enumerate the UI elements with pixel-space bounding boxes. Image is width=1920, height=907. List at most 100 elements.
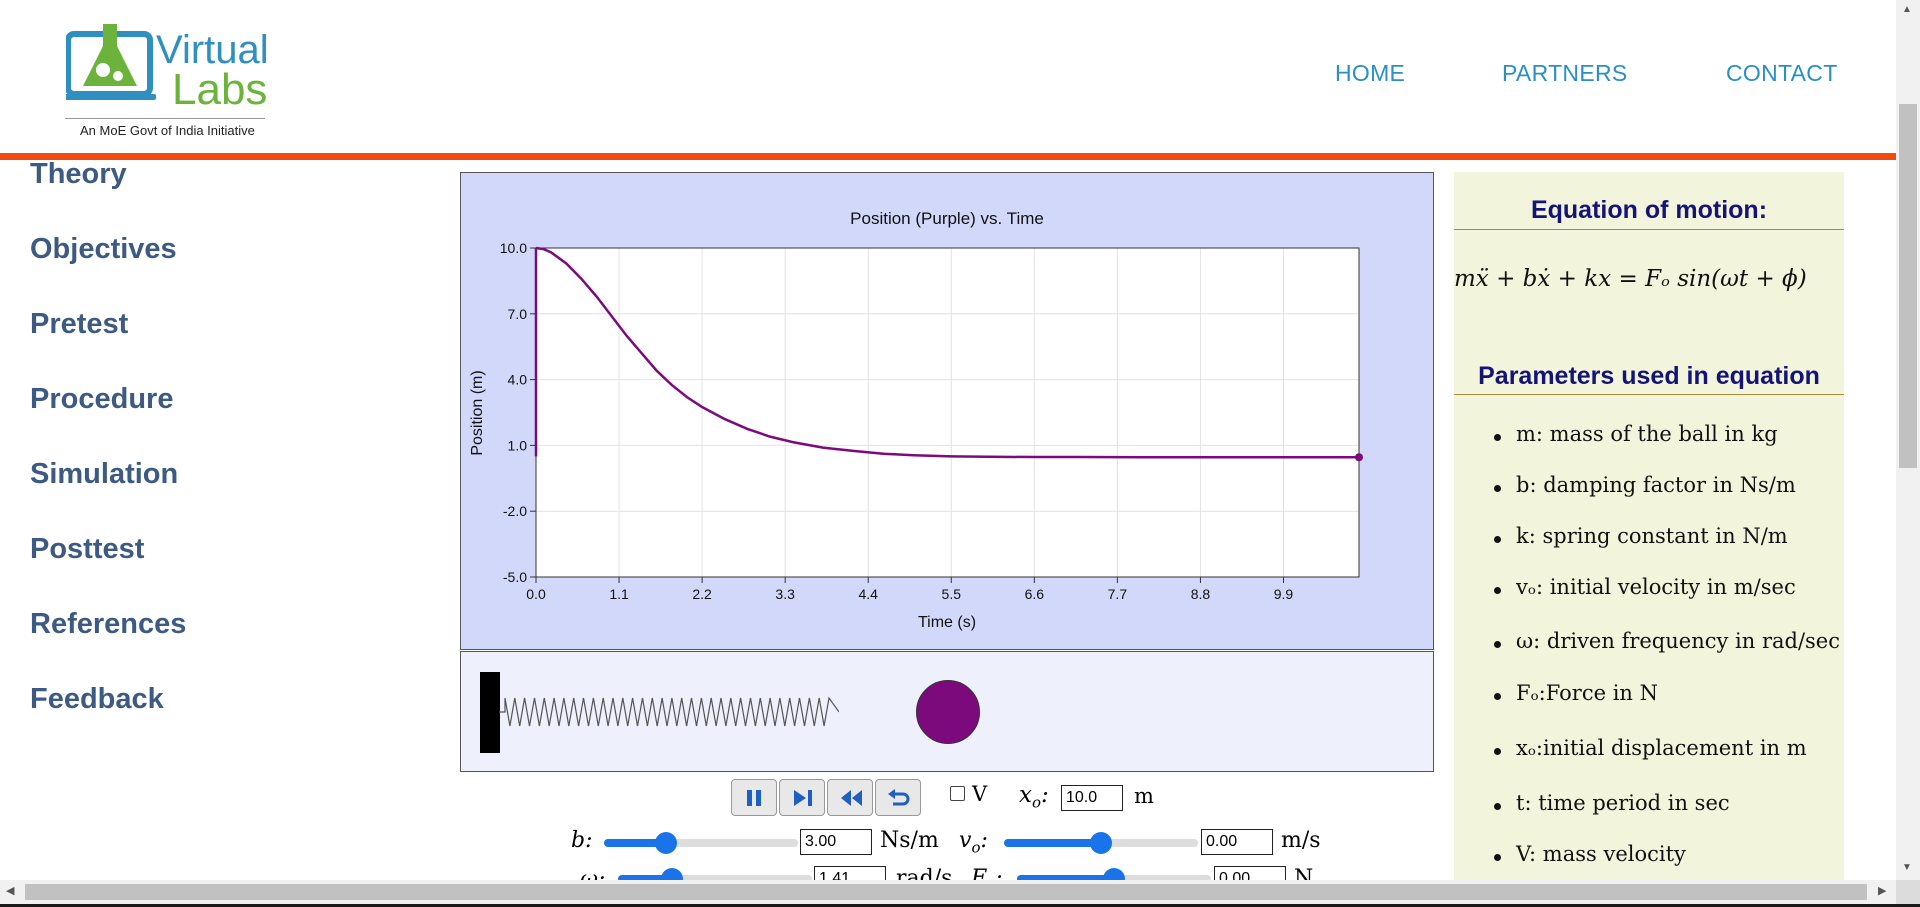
rewind-button[interactable] bbox=[827, 779, 873, 816]
b-slider-thumb[interactable] bbox=[655, 832, 678, 854]
param-item: xₒ:initial displacement in m bbox=[1516, 736, 1807, 760]
v0-slider-fill bbox=[1004, 839, 1101, 847]
x0-label: xo: bbox=[1019, 782, 1049, 812]
bullet bbox=[1494, 434, 1501, 441]
x0-input[interactable]: 10.0 bbox=[1061, 785, 1123, 811]
sidebar-item-feedback[interactable]: Feedback bbox=[30, 683, 164, 716]
param-item: b: damping factor in Ns/m bbox=[1516, 473, 1796, 497]
series-end-point bbox=[1355, 453, 1363, 462]
x0-unit: m bbox=[1134, 784, 1154, 808]
param-item: Fₒ:Force in N bbox=[1516, 681, 1658, 705]
wall-support bbox=[480, 672, 500, 753]
x0-label-main: x bbox=[1019, 782, 1032, 808]
y-tick-label: -2.0 bbox=[503, 503, 527, 519]
chart-title: Position (Purple) vs. Time bbox=[850, 209, 1044, 228]
pause-button[interactable] bbox=[731, 779, 777, 816]
vertical-scrollbar-thumb[interactable] bbox=[1899, 104, 1917, 468]
spring-mass-animation bbox=[460, 651, 1434, 772]
x-tick-label: 8.8 bbox=[1191, 586, 1211, 602]
scroll-left-arrow-icon[interactable]: ◀ bbox=[6, 884, 14, 897]
x0-colon: : bbox=[1041, 782, 1049, 808]
y-tick-label: 7.0 bbox=[508, 306, 528, 322]
v0-input[interactable]: 0.00 bbox=[1201, 829, 1273, 855]
param-item: t: time period in sec bbox=[1516, 791, 1730, 815]
chart-y-axis-label: Position (m) bbox=[469, 370, 486, 455]
scroll-right-arrow-icon[interactable]: ▶ bbox=[1878, 884, 1886, 897]
sidebar-item-theory[interactable]: Theory bbox=[30, 158, 127, 191]
sidebar-item-references[interactable]: References bbox=[30, 608, 186, 641]
bullet bbox=[1494, 485, 1501, 492]
horizontal-scrollbar-thumb[interactable] bbox=[25, 884, 1867, 900]
reset-icon bbox=[888, 789, 910, 806]
pause-icon bbox=[747, 790, 761, 806]
equation-of-motion: mẍ + bẋ + kx = Fₒ sin(ωt + ϕ) bbox=[1454, 266, 1807, 292]
site-header: Virtual Labs An MoE Govt of India Initia… bbox=[0, 0, 1896, 153]
y-tick-label: 1.0 bbox=[508, 437, 528, 453]
bullet bbox=[1494, 536, 1501, 543]
v0-label: vo: bbox=[959, 828, 988, 856]
nav-contact[interactable]: CONTACT bbox=[1726, 60, 1838, 87]
sidebar-item-simulation[interactable]: Simulation bbox=[30, 458, 178, 491]
plot-background bbox=[535, 247, 1360, 578]
x-tick-label: 9.9 bbox=[1274, 586, 1294, 602]
b-label: b: bbox=[571, 828, 593, 853]
v0-colon: : bbox=[980, 828, 988, 853]
x0-label-sub: o bbox=[1031, 793, 1042, 812]
flask-laptop-icon bbox=[66, 24, 156, 100]
x-tick-label: 0.0 bbox=[526, 586, 546, 602]
bullet bbox=[1494, 693, 1501, 700]
x-tick-label: 3.3 bbox=[775, 586, 795, 602]
equation-heading-rule bbox=[1454, 229, 1844, 230]
nav-partners[interactable]: PARTNERS bbox=[1502, 60, 1628, 87]
sidebar-item-objectives[interactable]: Objectives bbox=[30, 233, 177, 266]
v0-label-main: v bbox=[959, 828, 972, 853]
logo-text-labs: Labs bbox=[172, 65, 268, 114]
step-forward-button[interactable] bbox=[779, 779, 825, 816]
chart-svg: Position (Purple) vs. Time Position (m) … bbox=[469, 209, 1363, 631]
mass-ball[interactable] bbox=[916, 680, 980, 744]
header-accent-bar bbox=[0, 153, 1896, 160]
nav-home[interactable]: HOME bbox=[1335, 60, 1405, 87]
spring-coil bbox=[499, 696, 839, 727]
sidebar-item-pretest[interactable]: Pretest bbox=[30, 308, 128, 341]
sidebar-item-posttest[interactable]: Posttest bbox=[30, 533, 144, 566]
x-tick-label: 5.5 bbox=[942, 586, 962, 602]
bullet bbox=[1494, 748, 1501, 755]
y-tick-label: 4.0 bbox=[508, 372, 528, 388]
b-unit: Ns/m bbox=[880, 828, 939, 853]
logo-divider bbox=[65, 118, 265, 119]
parameters-heading: Parameters used in equation bbox=[1478, 362, 1820, 390]
v0-unit: m/s bbox=[1281, 828, 1321, 853]
bullet bbox=[1494, 803, 1501, 810]
param-item: m: mass of the ball in kg bbox=[1516, 422, 1778, 446]
param-item: V: mass velocity bbox=[1516, 842, 1686, 866]
scroll-up-arrow-icon[interactable]: ▲ bbox=[1902, 4, 1912, 15]
scrollbar-corner bbox=[1896, 880, 1920, 904]
velocity-checkbox-label: V bbox=[972, 782, 988, 806]
rewind-icon bbox=[841, 790, 862, 806]
position-time-plot: Position (Purple) vs. Time Position (m) … bbox=[460, 172, 1434, 650]
step-forward-icon bbox=[794, 790, 812, 806]
param-item: k: spring constant in N/m bbox=[1516, 524, 1788, 548]
param-item: ω: driven frequency in rad/sec bbox=[1516, 629, 1840, 653]
x-tick-label: 6.6 bbox=[1025, 586, 1045, 602]
y-tick-label: -5.0 bbox=[503, 569, 527, 585]
equation-heading: Equation of motion: bbox=[1530, 196, 1768, 224]
logo-tagline: An MoE Govt of India Initiative bbox=[80, 123, 255, 138]
x-tick-label: 7.7 bbox=[1108, 586, 1128, 602]
bullet bbox=[1494, 587, 1501, 594]
bullet bbox=[1494, 854, 1501, 861]
reset-button[interactable] bbox=[875, 779, 921, 816]
sidebar-item-procedure[interactable]: Procedure bbox=[30, 383, 173, 416]
x-tick-label: 1.1 bbox=[609, 586, 629, 602]
chart-x-axis-label: Time (s) bbox=[918, 614, 976, 631]
logo-text-virtual: Virtual bbox=[156, 28, 269, 72]
y-tick-label: 10.0 bbox=[500, 240, 527, 256]
scroll-down-arrow-icon[interactable]: ▼ bbox=[1902, 862, 1912, 873]
parameters-heading-rule bbox=[1454, 394, 1844, 395]
b-input[interactable]: 3.00 bbox=[800, 829, 872, 855]
v0-slider-thumb[interactable] bbox=[1090, 832, 1112, 854]
velocity-checkbox[interactable] bbox=[950, 786, 965, 801]
x-tick-label: 4.4 bbox=[858, 586, 878, 602]
bullet bbox=[1494, 641, 1501, 648]
